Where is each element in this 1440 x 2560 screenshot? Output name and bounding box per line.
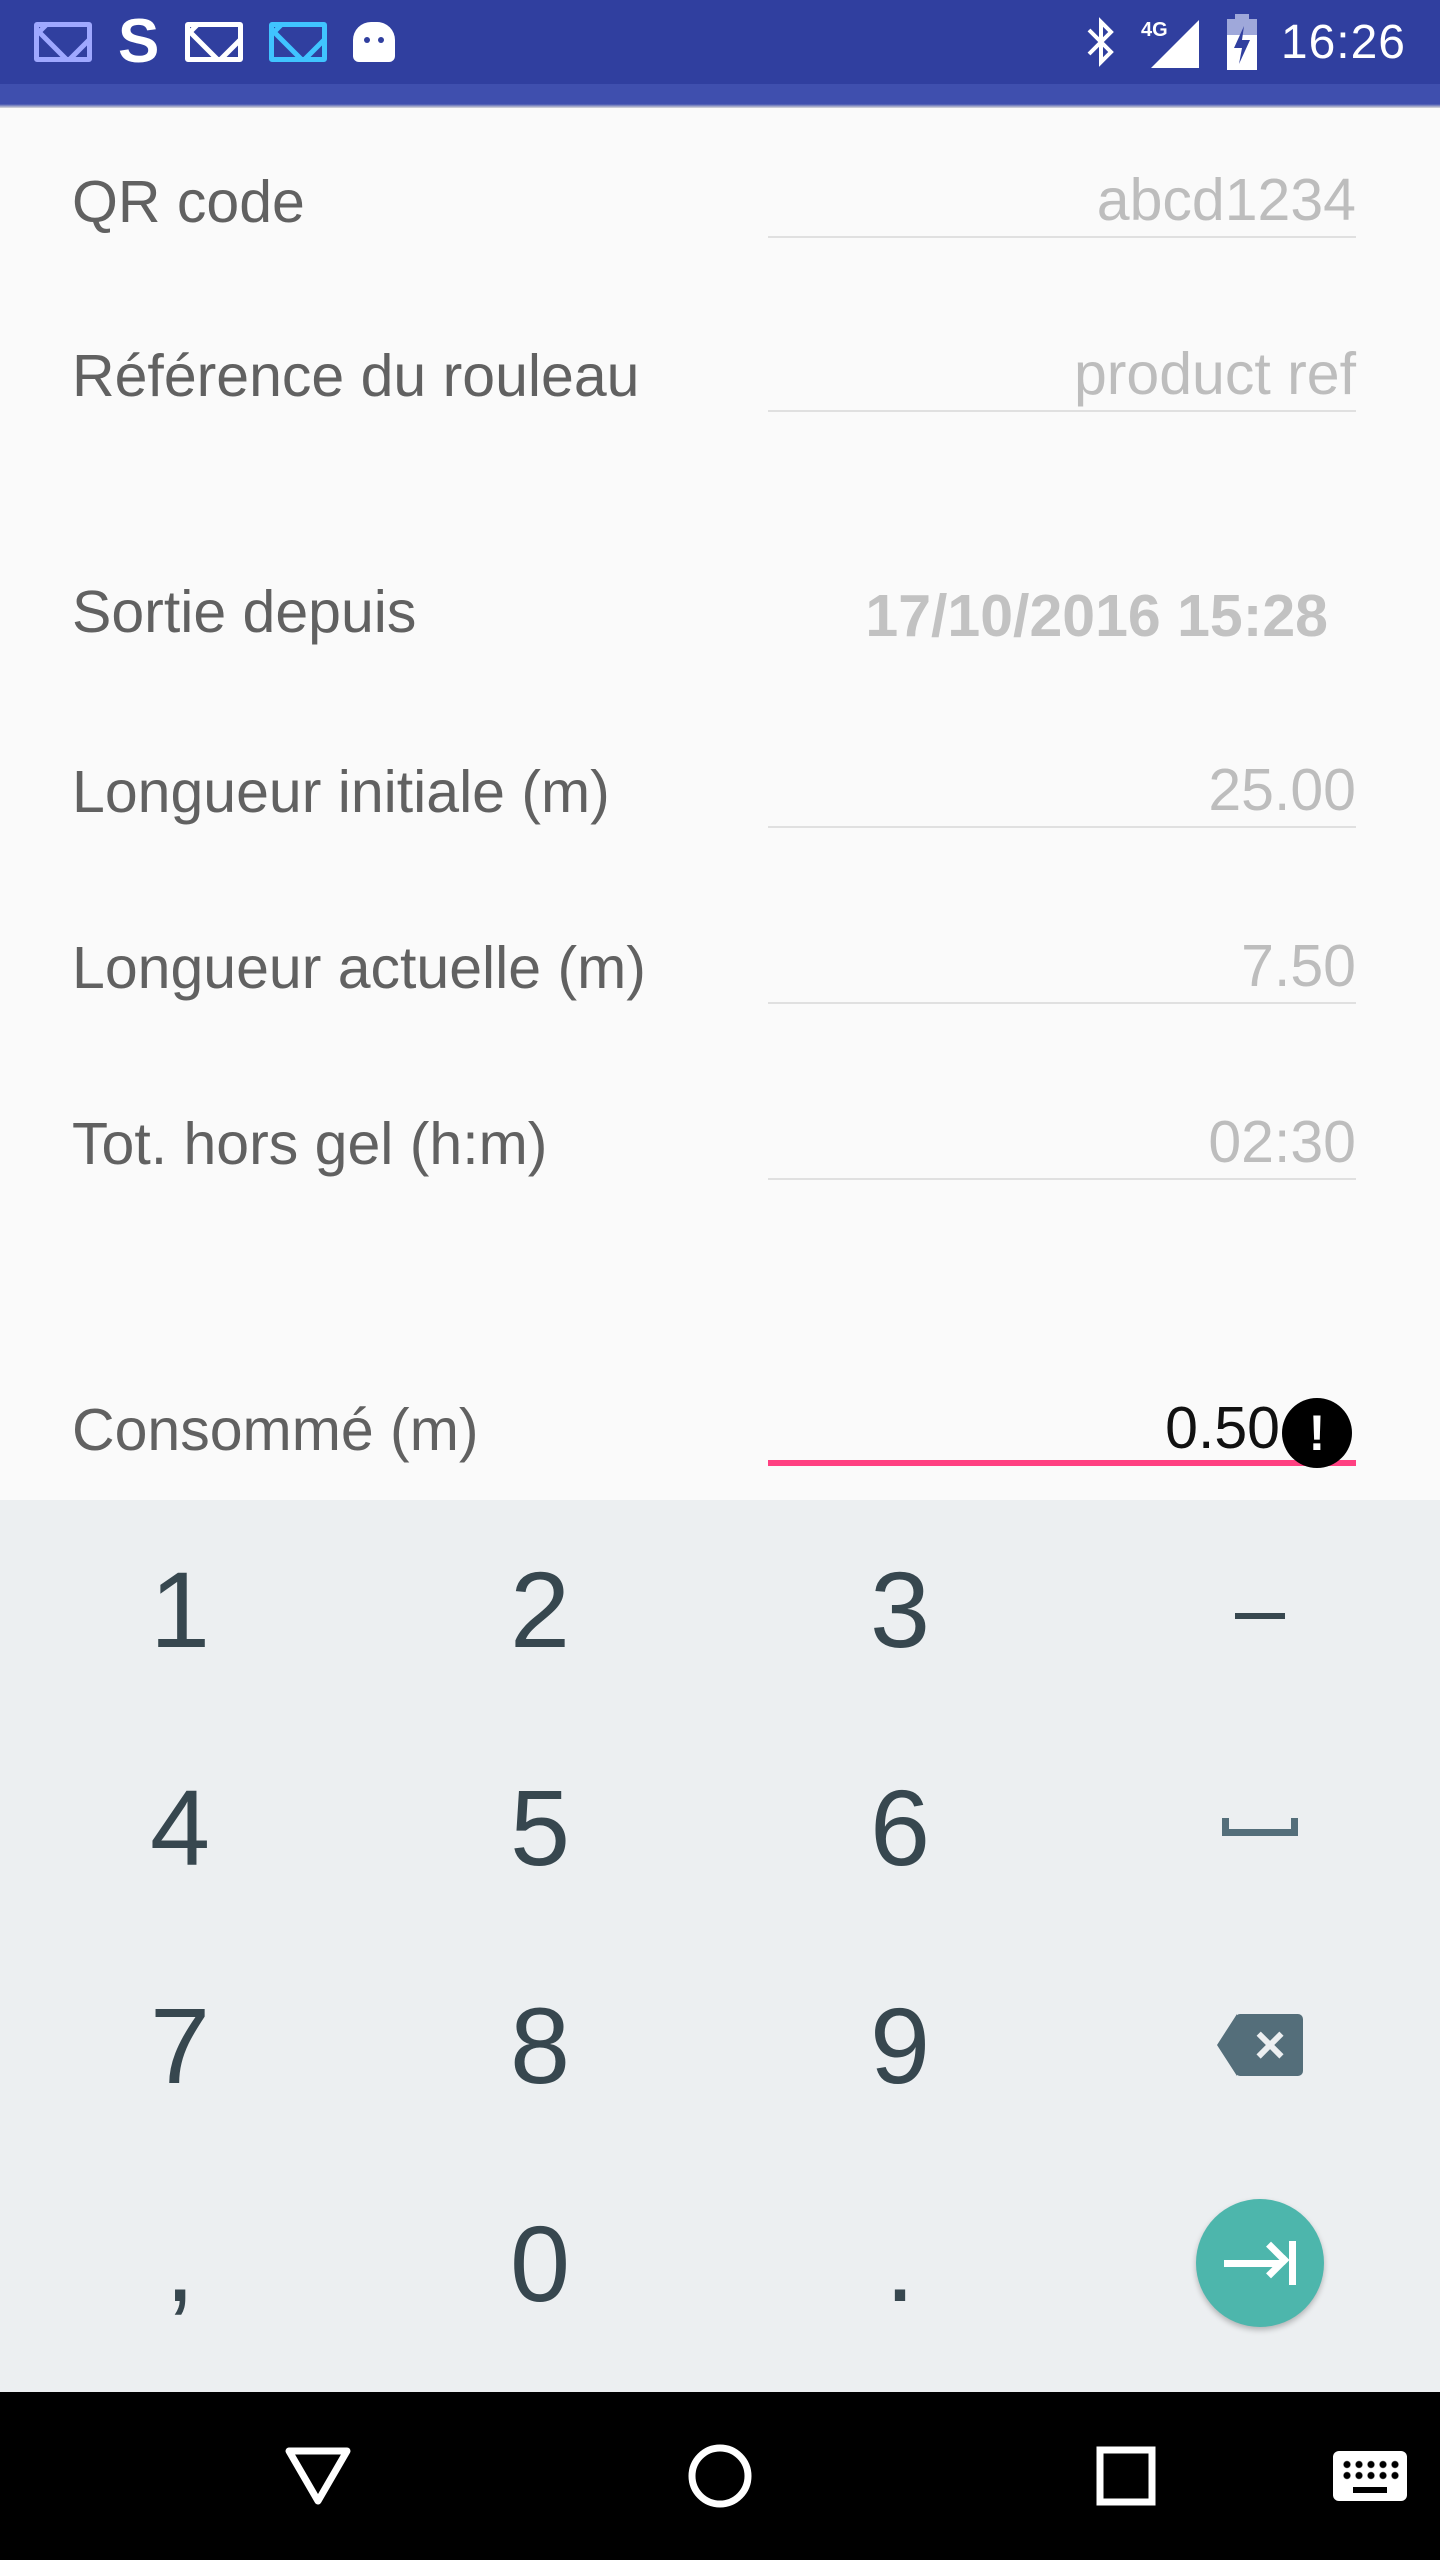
mail-icon <box>185 12 244 72</box>
initial-length-label: Longueur initiale (m) <box>72 759 610 825</box>
qr-code-row: QR code abcd1234 <box>0 148 1440 258</box>
s-app-icon: S <box>118 7 160 76</box>
keyboard-row: , 0 . <box>0 2154 1440 2372</box>
space-icon <box>1222 1818 1298 1836</box>
key-0[interactable]: 0 <box>360 2154 720 2372</box>
qr-code-label: QR code <box>72 169 305 235</box>
key-period[interactable]: . <box>720 2154 1080 2372</box>
keyboard-icon <box>1333 2451 1407 2501</box>
home-circle-icon <box>688 2444 752 2508</box>
key-3[interactable]: 3 <box>720 1500 1080 1718</box>
roll-reference-field[interactable]: product ref <box>768 322 1356 412</box>
qr-code-field[interactable]: abcd1234 <box>768 148 1356 238</box>
error-icon[interactable]: ! <box>1282 1398 1352 1468</box>
out-since-label: Sortie depuis <box>72 579 417 645</box>
key-4[interactable]: 4 <box>0 1718 360 1936</box>
roll-reference-label: Référence du rouleau <box>72 343 640 409</box>
signal-icon: 4G <box>1141 12 1203 72</box>
current-length-row: Longueur actuelle (m) 7.50 <box>0 914 1440 1024</box>
keyboard-row: 4 5 6 <box>0 1718 1440 1936</box>
key-9[interactable]: 9 <box>720 1936 1080 2154</box>
key-next[interactable] <box>1080 2154 1440 2372</box>
navigation-bar <box>0 2392 1440 2560</box>
recents-button[interactable] <box>1066 2392 1186 2560</box>
roll-reference-row: Référence du rouleau product ref <box>0 322 1440 432</box>
status-bar: S 4G 16:26 <box>0 0 1440 84</box>
consumed-label: Consommé (m) <box>72 1397 479 1463</box>
key-2[interactable]: 2 <box>360 1500 720 1718</box>
key-minus[interactable]: – <box>1080 1500 1440 1718</box>
system-icons: 4G 16:26 <box>1083 0 1440 84</box>
initial-length-field[interactable]: 25.00 <box>768 738 1356 828</box>
next-field-button[interactable] <box>1196 2199 1324 2327</box>
out-since-row: Sortie depuis 17/10/2016 15:28 <box>0 558 1440 668</box>
bluetooth-icon <box>1083 12 1119 72</box>
backspace-icon: × <box>1217 2014 1303 2076</box>
out-since-value: 17/10/2016 15:28 <box>865 583 1328 649</box>
tab-arrow-icon <box>1224 2241 1296 2285</box>
consumed-value: 0.50 <box>1165 1395 1280 1461</box>
back-button[interactable] <box>258 2392 378 2560</box>
numeric-keyboard: 1 2 3 – 4 5 6 7 8 9 × , 0 . <box>0 1500 1440 2392</box>
svg-text:4G: 4G <box>1141 19 1168 41</box>
key-space[interactable] <box>1080 1718 1440 1936</box>
notification-icons: S <box>0 0 396 84</box>
total-unfrozen-label: Tot. hors gel (h:m) <box>72 1111 548 1177</box>
key-8[interactable]: 8 <box>360 1936 720 2154</box>
current-length-field[interactable]: 7.50 <box>768 914 1356 1004</box>
keyboard-row: 7 8 9 × <box>0 1936 1440 2154</box>
mail-icon <box>269 12 328 72</box>
key-backspace[interactable]: × <box>1080 1936 1440 2154</box>
consumed-field[interactable]: 0.50 ! <box>768 1376 1356 1468</box>
android-icon <box>353 12 396 72</box>
key-7[interactable]: 7 <box>0 1936 360 2154</box>
total-unfrozen-row: Tot. hors gel (h:m) 02:30 <box>0 1090 1440 1200</box>
mail-icon <box>34 12 92 72</box>
initial-length-row: Longueur initiale (m) 25.00 <box>0 738 1440 848</box>
key-1[interactable]: 1 <box>0 1500 360 1718</box>
clock: 16:26 <box>1280 15 1406 69</box>
keyboard-row: 1 2 3 – <box>0 1500 1440 1718</box>
key-comma[interactable]: , <box>0 2154 360 2372</box>
back-triangle-icon <box>285 2447 351 2505</box>
recents-square-icon <box>1096 2446 1156 2506</box>
home-button[interactable] <box>660 2392 780 2560</box>
action-bar-edge <box>0 84 1440 108</box>
keyboard-switch-button[interactable] <box>1310 2392 1430 2560</box>
battery-charging-icon <box>1225 12 1259 72</box>
consumed-row: Consommé (m) 0.50 ! <box>0 1376 1440 1486</box>
key-5[interactable]: 5 <box>360 1718 720 1936</box>
total-unfrozen-field[interactable]: 02:30 <box>768 1090 1356 1180</box>
key-6[interactable]: 6 <box>720 1718 1080 1936</box>
current-length-label: Longueur actuelle (m) <box>72 935 646 1001</box>
